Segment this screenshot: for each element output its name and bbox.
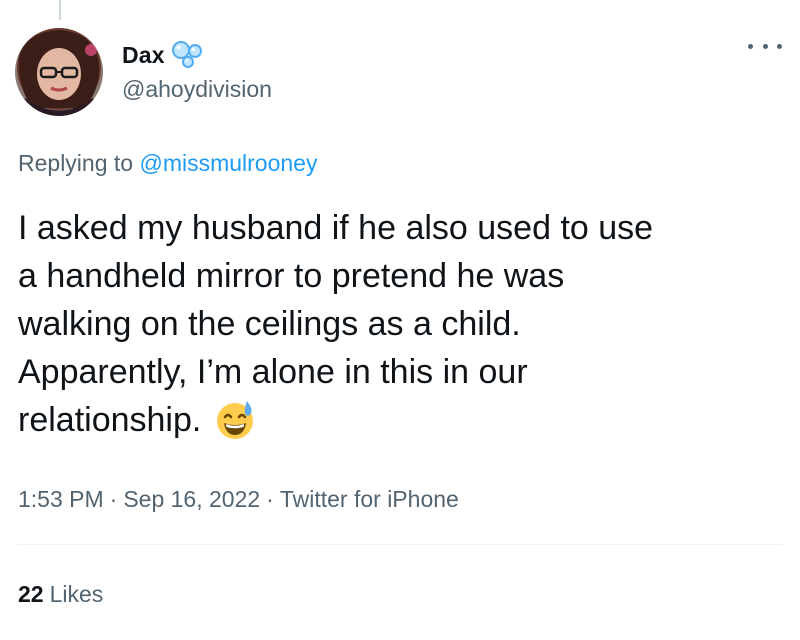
thread-connector-line	[59, 0, 61, 20]
likes-link[interactable]: 22 Likes	[18, 581, 103, 608]
replying-to-label: Replying to	[18, 150, 134, 176]
author-display-name[interactable]: Dax	[122, 42, 165, 69]
author-name-row[interactable]: Dax	[122, 38, 205, 72]
more-horizontal-icon-dot	[762, 43, 768, 49]
meta-separator: ·	[266, 486, 274, 512]
tweet-time[interactable]: 1:53 PM	[18, 486, 104, 512]
tweet-text-line: walking on the ceilings as a child.	[18, 305, 521, 343]
tweet-text-line: a handheld mirror to pretend he was	[18, 257, 565, 295]
more-options-button[interactable]	[748, 36, 782, 56]
likes-label: Likes	[49, 581, 104, 607]
meta-separator: ·	[109, 486, 118, 512]
tweet-metadata: 1:53 PM · Sep 16, 2022 · Twitter for iPhone	[18, 486, 459, 513]
avatar[interactable]	[15, 28, 103, 116]
tweet-text-line: Apparently, I’m alone in this in our	[18, 353, 528, 391]
avatar-image	[15, 28, 103, 116]
tweet-text-line: relationship.	[18, 401, 202, 439]
grinning-face-with-sweat-icon	[213, 397, 257, 441]
tweet-date[interactable]: Sep 16, 2022	[123, 486, 260, 512]
tweet-text-line: I asked my husband if he also used to us…	[18, 209, 654, 247]
tweet-text: I asked my husband if he also used to us…	[18, 204, 788, 444]
more-horizontal-icon-dot	[777, 43, 782, 49]
tweet-source[interactable]: Twitter for iPhone	[280, 486, 459, 512]
author-handle[interactable]: @ahoydivision	[122, 76, 272, 103]
likes-count: 22	[18, 581, 44, 607]
bubbles-emoji-icon	[171, 41, 205, 69]
tweet-text-last-line: relationship.	[18, 396, 788, 444]
divider	[18, 544, 782, 545]
reply-mention-link[interactable]: @missmulrooney	[139, 150, 317, 176]
more-horizontal-icon-dot	[748, 43, 753, 49]
replying-to-line: Replying to @missmulrooney	[18, 150, 317, 177]
